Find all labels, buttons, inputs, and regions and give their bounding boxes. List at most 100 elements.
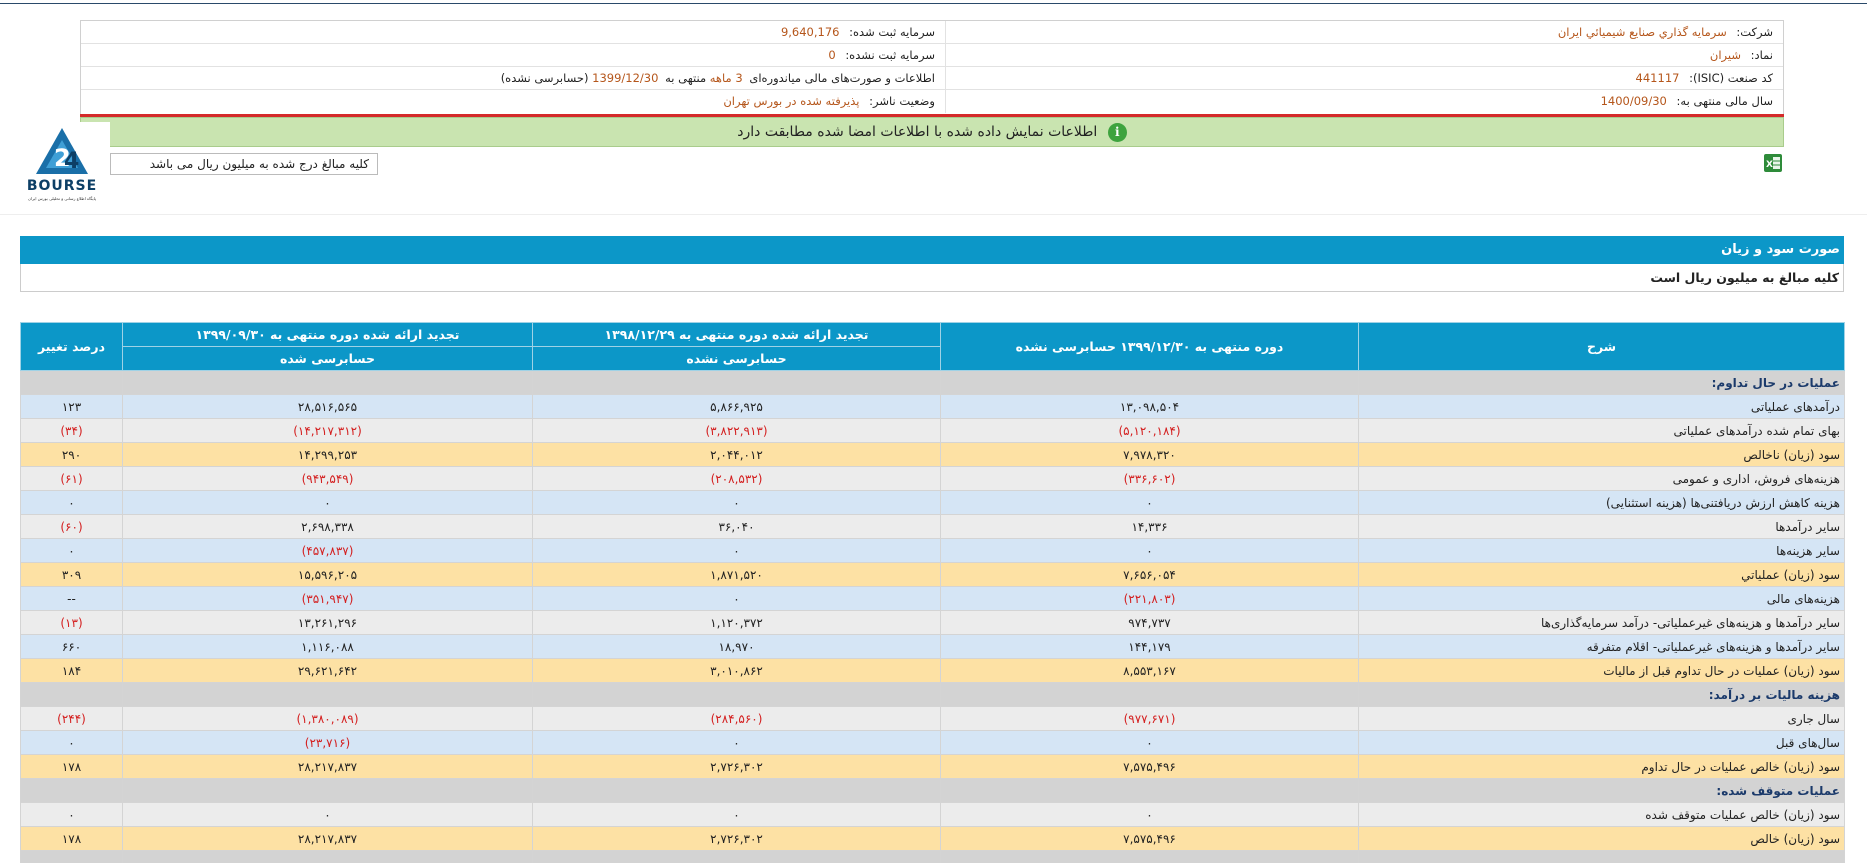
excel-export-icon[interactable]: X	[1763, 153, 1783, 173]
row-value-c2: ۱۸,۹۷۰	[532, 634, 941, 659]
header-col2-bottom: حسابرسی نشده	[532, 346, 941, 371]
row-value-c1	[940, 370, 1359, 395]
info-row-symbol: نماد: شیران سرمایه ثبت نشده: 0	[81, 44, 1783, 67]
row-description: سایر درآمدها و هزینه‌های غیرعملیاتی- درآ…	[1358, 610, 1845, 635]
row-value-c3	[122, 850, 533, 863]
row-value-c1: (۳۳۶,۶۰۲)	[940, 466, 1359, 491]
row-value-c1: (۵,۱۲۰,۱۸۴)	[940, 418, 1359, 443]
row-value-c2	[532, 370, 941, 395]
row-value-c3: ۱۳,۲۶۱,۲۹۶	[122, 610, 533, 635]
table-row: سود (زيان) ناخالص ۷,۹۷۸,۳۲۰ ۲,۰۴۴,۰۱۲ ۱۴,۲۹…	[20, 442, 1845, 467]
table-row: هزینه کاهش ارزش دریافتنی‌ها (هزینه استثن…	[20, 490, 1845, 515]
table-row: سال‌های قبل ۰ ۰ (۲۳,۷۱۶) ۰	[20, 730, 1845, 755]
bourse-logo[interactable]: 2 4 BOURSE پایگاه اطلاع رسانی و تحلیلی ب…	[14, 122, 110, 208]
row-value-c1: ۱۳,۰۹۸,۵۰۴	[940, 394, 1359, 419]
verification-notice: i اطلاعات نمایش داده شده با اطلاعات امضا…	[80, 117, 1784, 147]
header-col1: دوره منتهی به ۱۳۹۹/۱۲/۳۰ حسابرسی نشده	[940, 322, 1359, 371]
company-name: سرمايه گذاري صنايع شيميائي ايران	[1557, 25, 1727, 39]
row-value-c4: (۶۱)	[20, 466, 123, 491]
row-value-c1: ۷,۵۷۵,۴۹۶	[940, 826, 1359, 851]
row-value-c1: (۹۷۷,۶۷۱)	[940, 706, 1359, 731]
row-value-c1: ۰	[940, 490, 1359, 515]
table-row	[20, 850, 1845, 863]
row-value-c2: ۰	[532, 538, 941, 563]
logo-text: BOURSE	[27, 178, 97, 194]
unregistered-capital-value: 0	[828, 48, 836, 62]
info-row-fiscal: سال مالی منتهی به: 1400/09/30 وضعیت ناشر…	[81, 90, 1783, 113]
row-value-c4	[20, 850, 123, 863]
row-value-c1: ۹۷۴,۷۳۷	[940, 610, 1359, 635]
report-period: 3 ماهه	[709, 71, 743, 85]
report-description-cell: اطلاعات و صورت‌های مالی میاندوره‌ای 3 ما…	[81, 67, 945, 90]
table-row: درآمدهای عملیاتی ۱۳,۰۹۸,۵۰۴ ۵,۸۶۶,۹۲۵ ۲۸,۵۱…	[20, 394, 1845, 419]
row-description: بهاى تمام شده درآمدهای عملیاتی	[1358, 418, 1845, 443]
report-mid: منتهی به	[665, 71, 707, 85]
row-value-c2: ۳,۰۱۰,۸۶۲	[532, 658, 941, 683]
info-row-isic: کد صنعت (ISIC): 441117 اطلاعات و صورت‌ها…	[81, 67, 1783, 90]
row-value-c3: ۲۸,۲۱۷,۸۳۷	[122, 754, 533, 779]
row-value-c3: ۱۴,۲۹۹,۲۵۳	[122, 442, 533, 467]
row-value-c1: ۰	[940, 730, 1359, 755]
row-description: هزینه کاهش ارزش دریافتنی‌ها (هزینه استثن…	[1358, 490, 1845, 515]
row-description: سال‌های قبل	[1358, 730, 1845, 755]
row-value-c2: ۰	[532, 586, 941, 611]
row-description: هزينه‌هاى مالى	[1358, 586, 1845, 611]
row-value-c4: ۱۸۴	[20, 658, 123, 683]
header-col3-bottom: حسابرسی شده	[122, 346, 533, 371]
row-value-c4: --	[20, 586, 123, 611]
row-value-c4	[20, 682, 123, 707]
company-cell: شرکت: سرمايه گذاري صنايع شيميائي ايران	[945, 21, 1783, 44]
publisher-status-value: پذیرفته شده در بورس تهران	[723, 94, 860, 108]
row-value-c3	[122, 778, 533, 803]
row-value-c3: (۱۴,۲۱۷,۳۱۲)	[122, 418, 533, 443]
row-description: هزینه مالیات بر درآمد:	[1358, 682, 1845, 707]
report-date: 1399/12/30	[592, 71, 659, 85]
row-description	[1358, 850, 1845, 863]
fiscal-year-value: 1400/09/30	[1600, 94, 1667, 108]
table-row: سال جاری (۹۷۷,۶۷۱) (۲۸۴,۵۶۰) (۱,۳۸۰,۰۸۹) (۲۴…	[20, 706, 1845, 731]
row-value-c1: ۱۴,۳۳۶	[940, 514, 1359, 539]
row-value-c3: (۴۵۷,۸۳۷)	[122, 538, 533, 563]
row-value-c2: (۲۰۸,۵۳۲)	[532, 466, 941, 491]
income-statement-table: شرح دوره منتهی به ۱۳۹۹/۱۲/۳۰ حسابرسی نشد…	[20, 322, 1845, 863]
row-description: سود (زيان) خالص عمليات در حال تداوم	[1358, 754, 1845, 779]
unregistered-capital-label: سرمایه ثبت نشده:	[845, 48, 935, 62]
table-row: سایر هزینه‌ها ۰ ۰ (۴۵۷,۸۳۷) ۰	[20, 538, 1845, 563]
report-suffix: (حسابرسی نشده)	[500, 71, 589, 85]
row-value-c1	[940, 850, 1359, 863]
row-description: درآمدهای عملیاتی	[1358, 394, 1845, 419]
fiscal-year-label: سال مالی منتهی به:	[1676, 94, 1773, 108]
row-value-c3: ۱,۱۱۶,۰۸۸	[122, 634, 533, 659]
row-description: سایر درآمدها و هزینه‌های غیرعملیاتی- اقل…	[1358, 634, 1845, 659]
registered-capital-label: سرمایه ثبت شده:	[849, 25, 935, 39]
row-value-c2: ۰	[532, 730, 941, 755]
table-row: سایر درآمدها و هزینه‌های غیرعملیاتی- درآ…	[20, 610, 1845, 635]
row-value-c3: ۲,۶۹۸,۳۳۸	[122, 514, 533, 539]
row-value-c1: ۷,۶۵۶,۰۵۴	[940, 562, 1359, 587]
table-row: عملیات متوقف شده:	[20, 778, 1845, 803]
row-value-c4: (۶۰)	[20, 514, 123, 539]
table-row: سود (زيان) خالص عمليات در حال تداوم ۷,۵۷۵…	[20, 754, 1845, 779]
statement-title: صورت سود و زیان	[20, 236, 1844, 264]
company-label: شرکت:	[1736, 25, 1773, 39]
row-value-c4: ۰	[20, 802, 123, 827]
table-row: سود (زيان) عمليات در حال تداوم قبل از ما…	[20, 658, 1845, 683]
row-value-c3: ۰	[122, 802, 533, 827]
page-separator	[0, 214, 1867, 215]
row-description: سود (زيان) عملياتي	[1358, 562, 1845, 587]
table-row: سایر درآمدها و هزینه‌های غیرعملیاتی- اقل…	[20, 634, 1845, 659]
company-info-panel: شرکت: سرمايه گذاري صنايع شيميائي ايران س…	[80, 20, 1784, 115]
row-value-c4: ۱۲۳	[20, 394, 123, 419]
row-value-c2: ۲,۰۴۴,۰۱۲	[532, 442, 941, 467]
logo-subtext: پایگاه اطلاع رسانی و تحلیلی بورس ایران	[28, 196, 96, 201]
row-value-c1: ۱۴۴,۱۷۹	[940, 634, 1359, 659]
table-row: عملیات در حال تداوم:	[20, 370, 1845, 395]
row-value-c2: ۰	[532, 490, 941, 515]
row-value-c2	[532, 850, 941, 863]
row-description: سود (زيان) ناخالص	[1358, 442, 1845, 467]
header-col4: درصد تغییر	[20, 322, 123, 371]
symbol-cell: نماد: شیران	[945, 44, 1783, 67]
row-value-c3: (۳۵۱,۹۴۷)	[122, 586, 533, 611]
row-value-c4: ۰	[20, 490, 123, 515]
row-value-c4: ۳۰۹	[20, 562, 123, 587]
